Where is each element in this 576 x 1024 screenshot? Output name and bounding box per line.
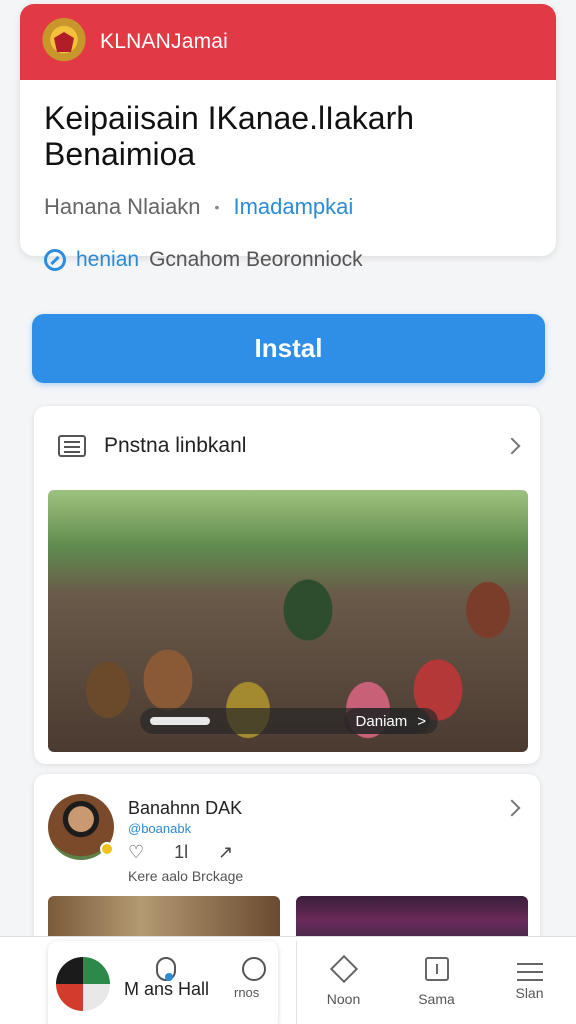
share-icon[interactable]: ↗: [218, 842, 233, 863]
tab-noon[interactable]: Noon: [297, 941, 390, 1024]
app-title-line2: Benaimioa: [44, 136, 196, 172]
chevron-right-icon[interactable]: [503, 437, 521, 455]
nav-featured-card[interactable]: M ans Hall rnos: [48, 941, 278, 1024]
meta-separator: •: [214, 199, 220, 215]
app-logo-icon: [56, 957, 110, 1011]
photo-more-button[interactable]: Daniam >: [343, 708, 438, 734]
location-pin-icon: [156, 957, 176, 981]
tab-label: Noon: [326, 991, 361, 1007]
post-actions: ♡ 1l ↗: [128, 842, 233, 863]
install-button[interactable]: Instal: [32, 314, 545, 383]
app-meta-row: Hanana Nlaiakn • Imadampkai: [44, 194, 556, 220]
news-card: Pnstna linbkanl Daniam >: [34, 406, 540, 764]
info-box-icon: [424, 957, 449, 981]
news-title: Pnstna linbkanl: [104, 434, 247, 457]
garuda-emblem-icon: [40, 18, 88, 66]
news-header[interactable]: Pnstna linbkanl: [34, 406, 540, 486]
verified-link[interactable]: henian: [76, 248, 139, 272]
tab-slan[interactable]: Slan: [483, 941, 576, 1024]
comment-icon[interactable]: 1l: [174, 842, 188, 863]
photo-more-label: Daniam: [355, 712, 408, 730]
arrow-right-icon: >: [417, 712, 426, 730]
nav-featured-text: M ans Hall: [124, 979, 210, 999]
shield-check-icon: [44, 249, 66, 271]
pager-indicator: [150, 717, 210, 725]
crowd-photo[interactable]: Daniam >: [48, 490, 528, 752]
profile-handle[interactable]: @boanabk: [128, 821, 191, 836]
tab-label: Sama: [418, 991, 455, 1007]
nav-tabs: Noon Sama Slan: [296, 941, 576, 1024]
category-link[interactable]: Imadampkai: [233, 194, 353, 220]
tab-sama[interactable]: Sama: [390, 941, 483, 1024]
app-title-line1: Keipaiisain IKanae.lIakarh: [44, 100, 415, 136]
menu-icon: [516, 963, 543, 965]
app-info-card: KLNANJamai Keipaiisain IKanae.lIakarh Be…: [20, 4, 556, 256]
app-header: KLNANJamai: [20, 4, 556, 80]
app-title: Keipaiisain IKanae.lIakarh Benaimioa: [44, 100, 556, 172]
app-name: KLNANJamai: [100, 30, 229, 53]
diamond-icon: [329, 954, 358, 984]
developer-name[interactable]: Hanana Nlaiakn: [44, 194, 201, 220]
profile-name[interactable]: Banahnn DAK: [128, 798, 242, 819]
verified-row: henian Gcnahom Beoronniock: [44, 248, 363, 272]
profile-subtitle: Kere aalo Brckage: [128, 868, 244, 884]
nav-side-label: rnos: [234, 985, 260, 1000]
news-list-icon: [58, 435, 86, 457]
circle-icon[interactable]: [242, 957, 266, 981]
verified-badge-icon: [100, 842, 114, 856]
chevron-right-icon[interactable]: [503, 799, 521, 817]
tab-label: Slan: [515, 985, 544, 1001]
verified-text: Gcnahom Beoronniock: [149, 248, 363, 271]
bottom-navigation: M ans Hall rnos Noon Sama Slan: [0, 936, 576, 1024]
like-icon[interactable]: ♡: [128, 842, 144, 863]
